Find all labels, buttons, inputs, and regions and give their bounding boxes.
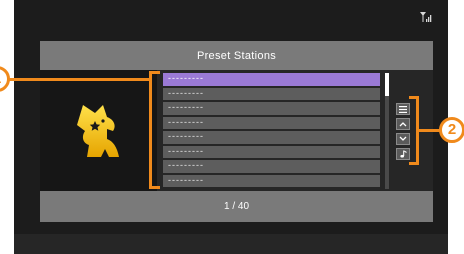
callout-1-bracket [149, 71, 160, 189]
sirius-dog-icon [77, 105, 119, 157]
signal-icon [420, 12, 432, 22]
chevron-up-icon [399, 122, 407, 127]
station-list-item[interactable]: --------- [163, 160, 380, 173]
callout-1-leader-line [0, 78, 149, 81]
scroll-down-button[interactable] [396, 133, 410, 145]
preset-station-list: --------- --------- --------- --------- ----… [163, 73, 380, 189]
scroll-up-button[interactable] [396, 118, 410, 130]
panel-title: Preset Stations [196, 50, 277, 62]
scrollbar[interactable] [385, 73, 389, 189]
device-screen: Preset Stations --------- --------- ------… [14, 0, 448, 254]
callout-2-badge: 2 [439, 117, 464, 143]
page-indicator: 1 / 40 [223, 201, 250, 212]
callout-2-leader-line [419, 129, 441, 132]
menu-icon [399, 105, 407, 113]
station-list-item[interactable]: --------- [163, 131, 380, 144]
now-playing-button[interactable] [396, 148, 410, 160]
chevron-down-icon [399, 136, 407, 141]
scrollbar-thumb[interactable] [385, 73, 389, 96]
callout-2-bracket [409, 96, 419, 165]
station-list-item[interactable]: --------- [163, 174, 380, 187]
menu-button[interactable] [396, 103, 410, 115]
bottom-bar [14, 234, 448, 254]
callout-1-badge: 1 [0, 66, 10, 92]
station-art [40, 70, 157, 191]
preset-stations-panel: Preset Stations --------- --------- ------… [40, 41, 433, 222]
station-list-item[interactable]: --------- [163, 73, 380, 86]
status-bar [14, 0, 448, 30]
station-list-item[interactable]: --------- [163, 102, 380, 115]
station-list-item[interactable]: --------- [163, 145, 380, 158]
side-button-group [396, 103, 410, 163]
panel-body: --------- --------- --------- --------- ----… [40, 70, 433, 191]
music-note-icon [400, 150, 407, 158]
station-list-item[interactable]: --------- [163, 87, 380, 100]
station-list-item[interactable]: --------- [163, 116, 380, 129]
